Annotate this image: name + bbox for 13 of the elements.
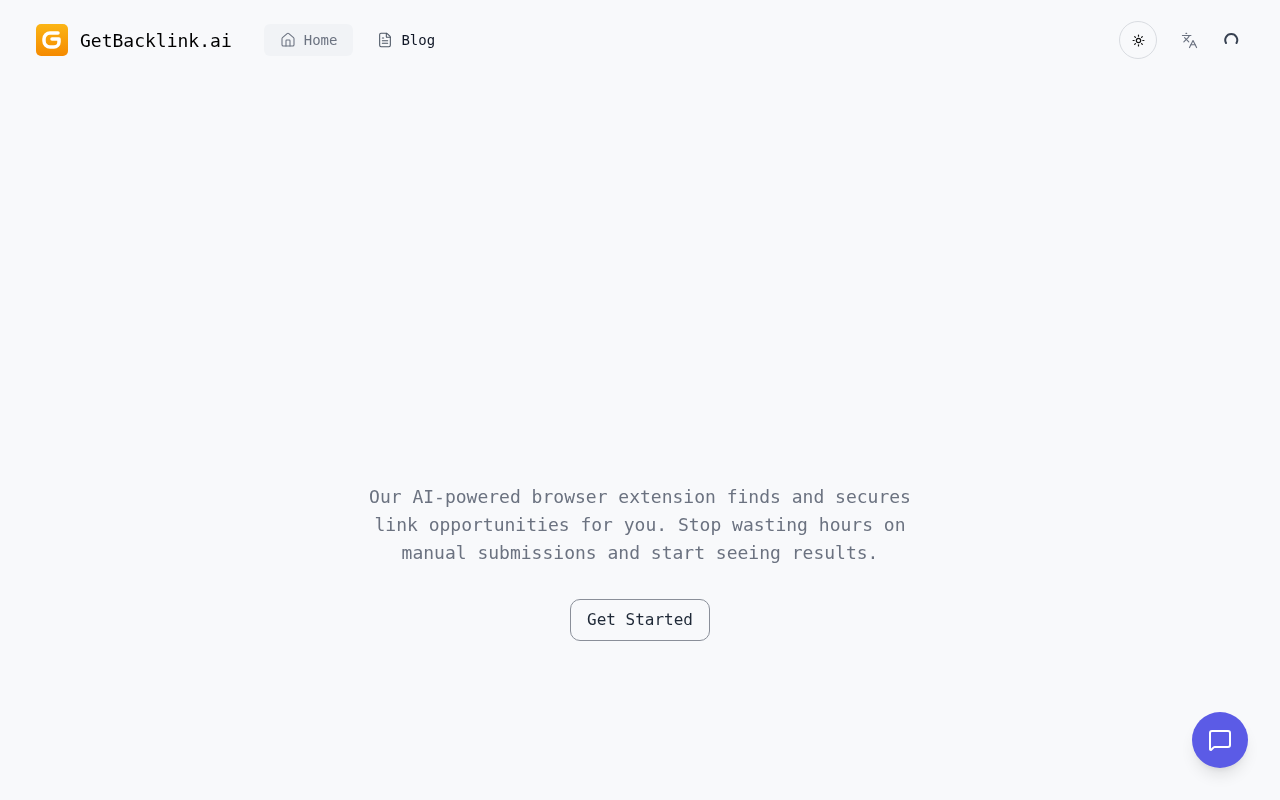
home-icon xyxy=(279,32,296,48)
nav-link[interactable]: Blog xyxy=(361,24,452,56)
translate-icon xyxy=(1180,31,1198,49)
document-icon xyxy=(377,32,394,48)
get-started-button[interactable]: Get Started xyxy=(570,599,710,641)
hero-description: Our AI-powered browser extension finds and secures link opportunities for you. Stop wasting hours on manual submissions and start seeing results. xyxy=(368,485,912,565)
chat-icon xyxy=(1208,728,1232,752)
logo-icon[interactable] xyxy=(36,24,68,56)
theme-toggle-button[interactable] xyxy=(1119,21,1157,59)
sun-icon xyxy=(1131,33,1145,47)
nav-link[interactable]: Home xyxy=(263,24,354,56)
chat-button[interactable] xyxy=(1192,712,1248,768)
brand-name[interactable]: GetBacklink.ai xyxy=(80,26,232,54)
